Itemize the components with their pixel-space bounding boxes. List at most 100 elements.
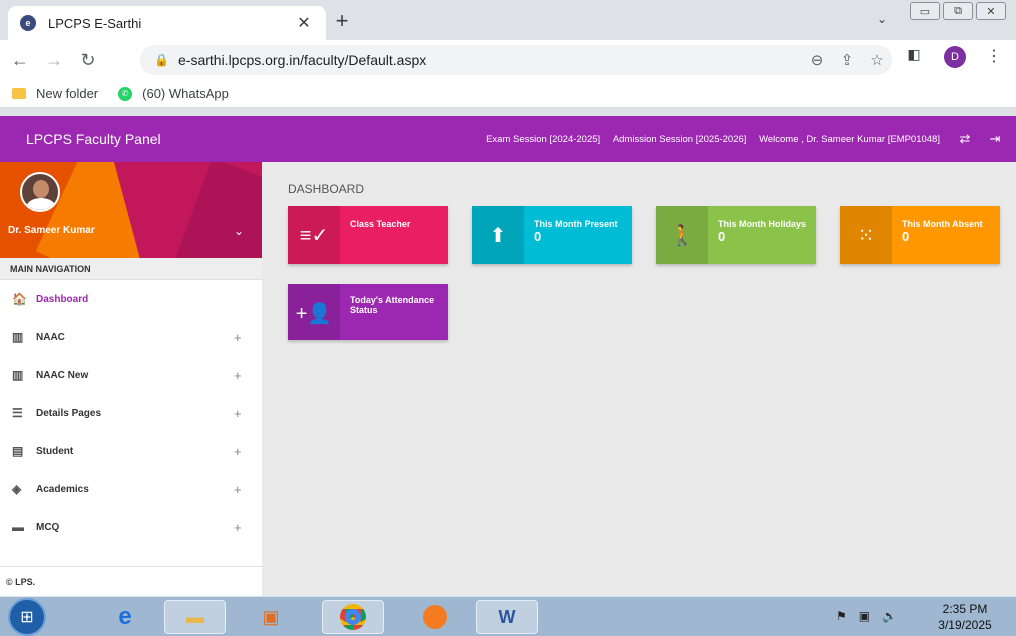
share-icon[interactable]: ⇪ bbox=[832, 51, 862, 69]
card-value: 0 bbox=[902, 229, 910, 244]
sidebar-item-naac-new[interactable]: ▥ NAAC New + bbox=[0, 356, 262, 394]
window-controls: ▭ ⧉ ✕ bbox=[910, 2, 1006, 22]
bookmark-new-folder[interactable]: New folder bbox=[12, 86, 98, 101]
user-profile-panel: Dr. Sameer Kumar ⌄ bbox=[0, 162, 262, 258]
firefox-icon[interactable] bbox=[404, 600, 466, 634]
clock-time: 2:35 PM bbox=[942, 602, 988, 616]
sidebar-item-label: Student bbox=[36, 445, 74, 457]
expand-plus-icon[interactable]: + bbox=[234, 406, 262, 421]
media-player-icon[interactable]: ▣ bbox=[240, 600, 302, 634]
folder-icon bbox=[12, 88, 26, 99]
volume-icon[interactable]: 🔈 bbox=[882, 609, 897, 623]
restore-icon[interactable]: ⧉ bbox=[943, 2, 973, 20]
expand-plus-icon[interactable]: + bbox=[234, 444, 262, 459]
url-text[interactable]: e-sarthi.lpcps.org.in/faculty/Default.as… bbox=[178, 52, 802, 68]
sidebar-item-naac[interactable]: ▥ NAAC + bbox=[0, 318, 262, 356]
browser-toolbar: ← → ↻ 🔒 e-sarthi.lpcps.org.in/faculty/De… bbox=[0, 40, 1016, 80]
sidebar-item-mcq[interactable]: ▬ MCQ + bbox=[0, 508, 262, 546]
sidebar-item-label: Dashboard bbox=[36, 293, 89, 305]
clock[interactable]: 2:35 PM 3/19/2025 bbox=[920, 601, 1010, 633]
app-title[interactable]: LPCPS Faculty Panel bbox=[0, 131, 262, 147]
expand-plus-icon[interactable]: + bbox=[234, 368, 262, 383]
network-icon[interactable]: ▣ bbox=[859, 609, 870, 623]
map-icon: ▥ bbox=[12, 368, 24, 382]
switch-icon[interactable]: ⇄ bbox=[950, 131, 980, 147]
card-label: This Month Absent bbox=[902, 219, 983, 229]
minimize-icon[interactable]: ▭ bbox=[910, 2, 940, 20]
sidebar-item-academics[interactable]: ◈ Academics + bbox=[0, 470, 262, 508]
app-header: LPCPS Faculty Panel Exam Session [2024-2… bbox=[0, 116, 1016, 162]
close-window-icon[interactable]: ✕ bbox=[976, 2, 1006, 20]
sidebar-item-student[interactable]: ▤ Student + bbox=[0, 432, 262, 470]
browser-tab-strip: e LPCPS E-Sarthi ✕ + ⌄ ▭ ⧉ ✕ bbox=[0, 0, 1016, 40]
tab-search-chevron-icon[interactable]: ⌄ bbox=[872, 12, 892, 32]
system-tray: ⚑ ▣ 🔈 bbox=[836, 609, 897, 623]
sidebar-item-label: MCQ bbox=[36, 521, 60, 533]
card-month-holidays[interactable]: 🚶 This Month Holidays 0 bbox=[656, 206, 816, 264]
side-panel-icon[interactable]: ◧ bbox=[900, 46, 928, 63]
address-bar[interactable]: 🔒 e-sarthi.lpcps.org.in/faculty/Default.… bbox=[140, 45, 892, 75]
close-tab-icon[interactable]: ✕ bbox=[294, 13, 314, 33]
chevron-down-icon[interactable]: ⌄ bbox=[234, 224, 244, 238]
page-title: DASHBOARD bbox=[288, 182, 365, 196]
sidebar-item-label: Details Pages bbox=[36, 407, 102, 419]
main-content: DASHBOARD ≡✓ Class Teacher ⬆ This Month … bbox=[262, 162, 1016, 596]
browser-menu-icon[interactable]: ⋮ bbox=[986, 46, 1002, 66]
card-value: 0 bbox=[718, 229, 726, 244]
reload-icon[interactable]: ↻ bbox=[74, 46, 102, 74]
layers-icon: ◈ bbox=[12, 482, 22, 496]
avatar bbox=[20, 172, 60, 212]
bookmark-whatsapp[interactable]: ✆ (60) WhatsApp bbox=[118, 86, 229, 101]
windows-taskbar: ⊞ e ▬ ▣ W ⚑ ▣ 🔈 2:35 PM 3/19/2025 bbox=[0, 596, 1016, 636]
sidebar: Dr. Sameer Kumar ⌄ MAIN NAVIGATION 🏠 Das… bbox=[0, 162, 262, 596]
bookmark-label: New folder bbox=[36, 86, 99, 101]
exam-session: Exam Session [2024-2025] bbox=[486, 133, 601, 145]
expand-plus-icon[interactable]: + bbox=[234, 520, 262, 535]
bookmark-star-icon[interactable]: ☆ bbox=[862, 51, 892, 69]
profile-button[interactable]: D bbox=[944, 46, 966, 68]
card-class-teacher[interactable]: ≡✓ Class Teacher bbox=[288, 206, 448, 264]
checklist-icon: ≡✓ bbox=[288, 206, 340, 264]
whatsapp-icon: ✆ bbox=[118, 86, 133, 101]
sidebar-item-dashboard[interactable]: 🏠 Dashboard bbox=[0, 280, 262, 318]
zoom-icon[interactable]: ⊖ bbox=[802, 51, 832, 69]
add-person-icon: +👤 bbox=[288, 284, 340, 340]
sidebar-item-details-pages[interactable]: ☰ Details Pages + bbox=[0, 394, 262, 432]
sidebar-footer: © LPS. bbox=[0, 566, 262, 596]
message-icon: ▬ bbox=[12, 520, 24, 534]
bookmark-label: (60) WhatsApp bbox=[142, 86, 229, 101]
map-icon: ▥ bbox=[12, 330, 24, 344]
header-session-info: Exam Session [2024-2025] Admission Sessi… bbox=[262, 134, 950, 145]
new-tab-button[interactable]: + bbox=[330, 10, 354, 34]
logout-icon[interactable]: ⇥ bbox=[980, 131, 1010, 147]
list-icon: ☰ bbox=[12, 406, 23, 420]
chrome-icon[interactable] bbox=[322, 600, 384, 634]
admission-session: Admission Session [2025-2026] bbox=[612, 133, 747, 145]
site-favicon-icon: e bbox=[20, 15, 36, 31]
card-label: This Month Present bbox=[534, 219, 618, 229]
word-icon[interactable]: W bbox=[476, 600, 538, 634]
clipboard-icon: ▤ bbox=[12, 444, 24, 458]
expand-plus-icon[interactable]: + bbox=[234, 330, 262, 345]
sidebar-item-label: NAAC New bbox=[36, 369, 89, 381]
browser-tab[interactable]: e LPCPS E-Sarthi ✕ bbox=[8, 6, 326, 40]
card-value: 0 bbox=[534, 229, 542, 244]
internet-explorer-icon[interactable]: e bbox=[94, 600, 156, 634]
start-button-icon[interactable]: ⊞ bbox=[8, 598, 46, 636]
tab-title: LPCPS E-Sarthi bbox=[48, 15, 142, 31]
home-icon: 🏠 bbox=[12, 292, 27, 306]
sidebar-item-label: NAAC bbox=[36, 331, 65, 343]
sidebar-item-label: Academics bbox=[36, 483, 89, 495]
bookmarks-bar: New folder ✆ (60) WhatsApp bbox=[0, 80, 1016, 108]
nav-section-header: MAIN NAVIGATION bbox=[0, 258, 262, 280]
user-name: Dr. Sameer Kumar bbox=[8, 225, 95, 236]
forward-arrow-icon[interactable]: → bbox=[40, 46, 68, 74]
expand-plus-icon[interactable]: + bbox=[234, 482, 262, 497]
card-month-present[interactable]: ⬆ This Month Present 0 bbox=[472, 206, 632, 264]
card-month-absent[interactable]: ⁙ This Month Absent 0 bbox=[840, 206, 1000, 264]
lock-icon[interactable]: 🔒 bbox=[154, 53, 170, 67]
back-arrow-icon[interactable]: ← bbox=[6, 46, 34, 74]
file-explorer-icon[interactable]: ▬ bbox=[164, 600, 226, 634]
action-center-flag-icon[interactable]: ⚑ bbox=[836, 609, 847, 623]
card-today-attendance[interactable]: +👤 Today's Attendance Status bbox=[288, 284, 448, 340]
